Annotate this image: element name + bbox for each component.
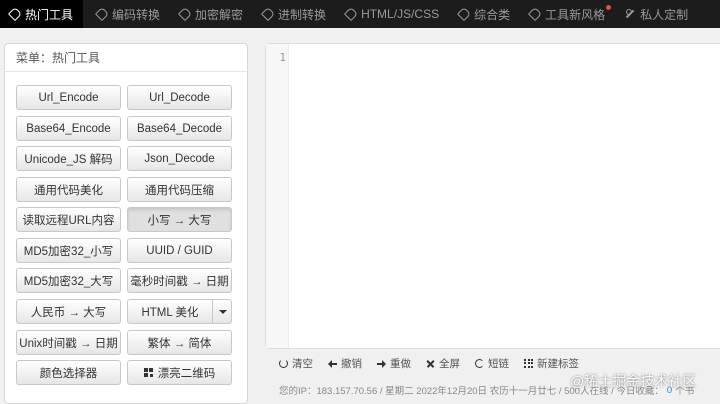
url-encode-button[interactable]: Url_Encode — [16, 85, 121, 110]
qrcode-button-label: 漂亮二维码 — [157, 367, 216, 380]
ms-timestamp-to-date-button[interactable]: 毫秒时间戳 → 日期 — [127, 268, 232, 293]
url-decode-button[interactable]: Url_Decode — [127, 85, 232, 110]
clear-label: 清空 — [292, 357, 313, 370]
clear-button[interactable]: 清空 — [279, 356, 313, 371]
tab-radix[interactable]: 进制转换 — [253, 0, 336, 28]
tag-icon — [7, 6, 23, 22]
redo-icon — [377, 359, 386, 368]
clear-icon — [279, 358, 288, 368]
tab-label: 私人定制 — [640, 7, 689, 22]
qrcode-icon — [143, 368, 153, 377]
tab-label: 编码转换 — [112, 7, 161, 22]
new-tab-button[interactable]: 新建标签 — [524, 356, 579, 371]
redo-button[interactable]: 重做 — [377, 356, 411, 371]
html-beautify-dropdown-toggle[interactable] — [212, 299, 232, 324]
uuid-guid-button[interactable]: UUID / GUID — [127, 238, 232, 263]
tag-icon — [457, 6, 472, 22]
tab-crypto[interactable]: 加密解密 — [170, 0, 253, 28]
top-nav: 热门工具 编码转换 加密解密 进制转换 HTML/JS/CSS 综合类 工具新风… — [0, 0, 720, 28]
base64-encode-button[interactable]: Base64_Encode — [16, 116, 121, 141]
lower-to-upper-button[interactable]: 小写 → 大写 — [127, 207, 232, 232]
tab-hot-tools[interactable]: 热门工具 — [0, 0, 84, 28]
fullscreen-label: 全屏 — [439, 357, 460, 370]
rmb-to-upper-button[interactable]: 人民币 → 大写 — [16, 299, 121, 324]
grid-icon — [524, 358, 533, 368]
tag-icon — [260, 6, 276, 22]
wrench-icon — [625, 9, 635, 19]
short-link-button[interactable]: 短链 — [475, 356, 509, 371]
json-decode-button[interactable]: Json_Decode — [127, 146, 232, 171]
fullscreen-icon — [426, 359, 435, 368]
color-picker-button[interactable]: 颜色选择器 — [16, 360, 121, 385]
tab-label: 综合类 — [474, 7, 511, 22]
md5-upper-button[interactable]: MD5加密32_大写 — [16, 268, 121, 293]
tab-html-js-css[interactable]: HTML/JS/CSS — [336, 0, 449, 28]
line-number: 1 — [279, 51, 286, 64]
new-badge — [606, 5, 612, 10]
traditional-to-simplified-button[interactable]: 繁体 → 简体 — [127, 330, 232, 355]
md5-lower-button[interactable]: MD5加密32_小写 — [16, 238, 121, 263]
watermark: @稀土掘金技术社区 — [570, 373, 697, 389]
html-beautify-button[interactable]: HTML 美化 — [127, 299, 213, 324]
short-link-label: 短链 — [488, 357, 509, 370]
tag-icon — [177, 6, 193, 22]
tab-label: 热门工具 — [25, 7, 74, 22]
redo-label: 重做 — [390, 357, 411, 370]
code-editor[interactable]: 1 — [265, 43, 720, 349]
read-remote-url-button[interactable]: 读取远程URL内容 — [16, 207, 121, 232]
tab-misc[interactable]: 综合类 — [449, 0, 520, 28]
tab-custom[interactable]: 私人定制 — [615, 0, 698, 28]
menu-title: 菜单：热门工具 — [5, 44, 247, 72]
editor-gutter: 1 — [266, 44, 289, 348]
tag-icon — [343, 6, 359, 22]
tab-label: 工具新风格 — [545, 7, 606, 22]
tab-label: 进制转换 — [278, 7, 327, 22]
fullscreen-button[interactable]: 全屏 — [426, 356, 460, 371]
unix-timestamp-to-date-button[interactable]: Unix时间戳 → 日期 — [16, 330, 121, 355]
tag-icon — [94, 6, 110, 22]
base64-decode-button[interactable]: Base64_Decode — [127, 116, 232, 141]
code-beautify-button[interactable]: 通用代码美化 — [16, 177, 121, 202]
tab-encoding[interactable]: 编码转换 — [87, 0, 170, 28]
tab-new-style[interactable]: 工具新风格 — [520, 0, 615, 28]
tag-icon — [528, 6, 543, 22]
undo-icon — [328, 359, 337, 368]
link-icon — [475, 358, 484, 368]
qrcode-button[interactable]: 漂亮二维码 — [127, 360, 232, 385]
tab-label: HTML/JS/CSS — [361, 7, 440, 21]
unicode-js-decode-button[interactable]: Unicode_JS 解码 — [16, 146, 121, 171]
undo-button[interactable]: 撤销 — [328, 356, 362, 371]
new-tab-label: 新建标签 — [537, 357, 579, 370]
code-compress-button[interactable]: 通用代码压缩 — [127, 177, 232, 202]
tab-label: 加密解密 — [195, 7, 244, 22]
undo-label: 撤销 — [341, 357, 362, 370]
menu-panel: 菜单：热门工具 Url_Encode Url_Decode Base64_Enc… — [4, 43, 248, 404]
